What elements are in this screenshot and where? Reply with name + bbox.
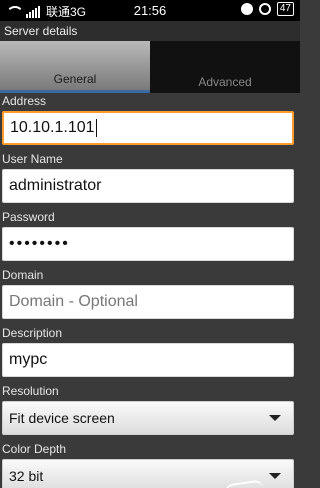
address-value: 10.10.1.101 [10, 119, 95, 136]
domain-placeholder: Domain - Optional [9, 293, 138, 310]
description-input[interactable]: mypc [2, 343, 294, 377]
tab-advanced-label: Advanced [198, 75, 252, 89]
description-label: Description [2, 326, 63, 340]
chevron-down-icon [269, 415, 281, 421]
tab-general-label: General [53, 72, 97, 86]
password-input[interactable]: •••••••• [2, 227, 294, 261]
username-input[interactable]: administrator [2, 169, 294, 203]
domain-label: Domain [2, 268, 44, 282]
resolution-label: Resolution [2, 384, 59, 398]
server-form: Address 10.10.1.101 User Name administra… [0, 93, 300, 488]
password-label: Password [2, 210, 55, 224]
battery-level: 47 [279, 3, 291, 14]
battery-icon: 47 [276, 2, 294, 16]
description-value: mypc [9, 351, 48, 368]
color-depth-label: Color Depth [2, 442, 67, 456]
tab-advanced[interactable]: Advanced [150, 41, 300, 93]
chevron-down-icon [269, 473, 281, 479]
tab-general[interactable]: General [0, 41, 150, 93]
tab-bar: General Advanced [0, 41, 300, 93]
text-caret [95, 119, 97, 137]
password-value: •••••••• [9, 235, 70, 252]
status-bar: 联通3G 21:56 47 [0, 0, 300, 21]
resolution-select[interactable]: Fit device screen [2, 401, 294, 435]
username-value: administrator [9, 177, 102, 194]
address-label: Address [2, 94, 47, 108]
domain-input[interactable]: Domain - Optional [2, 285, 294, 319]
username-label: User Name [2, 152, 63, 166]
alarm-clock-icon [258, 3, 271, 15]
screen-title: Server details [0, 21, 300, 41]
status-right: 47 [240, 2, 294, 16]
color-depth-value: 32 bit [9, 468, 44, 484]
address-input[interactable]: 10.10.1.101 [2, 111, 294, 145]
resolution-value: Fit device screen [9, 410, 115, 426]
ghost-icon [240, 3, 253, 15]
